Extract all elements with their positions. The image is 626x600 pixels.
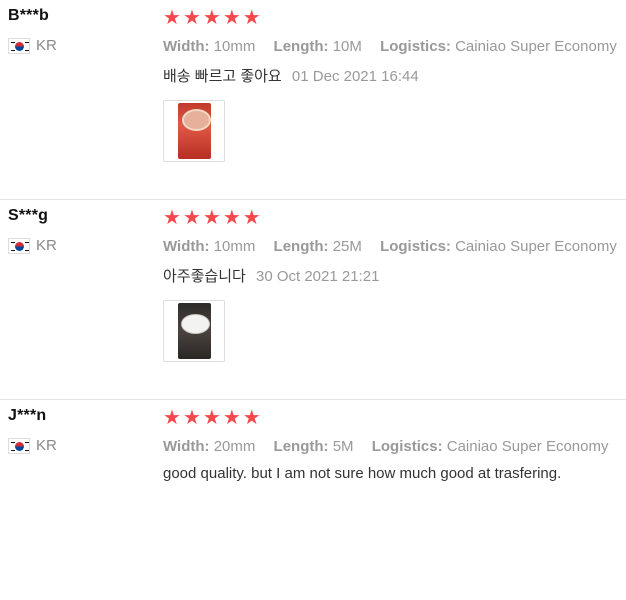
star-icon: ★	[242, 7, 261, 29]
product-properties: Width: 10mm Length: 10M Logistics: Caini…	[163, 38, 626, 55]
star-icon: ★	[222, 207, 241, 229]
width-label: Width:	[163, 238, 210, 255]
star-icon: ★	[163, 207, 181, 229]
review-photo[interactable]	[177, 103, 211, 159]
star-icon: ★	[222, 7, 241, 29]
star-icon: ★	[182, 207, 201, 229]
star-rating: ★ ★ ★ ★ ★	[163, 208, 626, 228]
star-icon: ★	[182, 407, 201, 429]
review-photo[interactable]	[177, 303, 211, 359]
review-date: 01 Dec 2021 16:44	[291, 68, 419, 85]
product-properties: Width: 20mm Length: 5M Logistics: Cainia…	[163, 438, 626, 455]
width-label: Width:	[163, 438, 210, 455]
logistics-label: Logistics:	[380, 238, 451, 255]
reviewer-name: J***n	[8, 407, 47, 424]
review-content: ★ ★ ★ ★ ★ Width: 10mm Length: 10M Logistics:…	[163, 8, 626, 162]
star-icon: ★	[242, 407, 261, 429]
length-label: Length:	[273, 438, 329, 455]
star-icon: ★	[202, 407, 221, 429]
reviewer-info: J***n KR	[8, 407, 148, 454]
logistics-value: Cainiao Super Economy	[455, 38, 617, 55]
review-text-row: 배송 빠르고 좋아요 01 Dec 2021 16:44	[163, 65, 626, 86]
review-content: ★ ★ ★ ★ ★ Width: 10mm Length: 25M Logistics:…	[163, 208, 626, 362]
country-code: KR	[36, 37, 57, 54]
reviewer-info: B***b KR	[8, 7, 148, 54]
star-rating: ★ ★ ★ ★ ★	[163, 408, 626, 428]
logistics-value: Cainiao Super Economy	[455, 238, 617, 255]
length-value: 25M	[332, 238, 362, 255]
review-date: 30 Oct 2021 21:21	[255, 268, 380, 285]
reviewer-name: B***b	[8, 7, 50, 24]
korea-flag-icon	[8, 437, 30, 454]
star-icon: ★	[222, 407, 241, 429]
star-icon: ★	[163, 407, 181, 429]
review-text: good quality. but I am not sure how much…	[163, 465, 562, 482]
reviewer-info: S***g KR	[8, 207, 148, 254]
logistics-label: Logistics:	[380, 38, 451, 55]
star-rating: ★ ★ ★ ★ ★	[163, 8, 626, 28]
logistics-label: Logistics:	[371, 438, 443, 455]
length-value: 10M	[332, 38, 362, 55]
star-icon: ★	[202, 7, 221, 29]
product-properties: Width: 10mm Length: 25M Logistics: Caini…	[163, 238, 626, 255]
country-code: KR	[36, 437, 57, 454]
review-item: S***g KR ★ ★ ★ ★ ★ Width: 10mm Length: 25M L…	[0, 200, 626, 400]
star-icon: ★	[182, 7, 201, 29]
review-text: 배송 빠르고 좋아요	[163, 68, 282, 85]
width-value: 10mm	[213, 38, 256, 55]
logistics-value: Cainiao Super Economy	[446, 438, 609, 455]
korea-flag-icon	[8, 237, 30, 254]
width-value: 10mm	[213, 238, 256, 255]
korea-flag-icon	[8, 37, 30, 54]
reviewer-country: KR	[8, 437, 148, 454]
review-content: ★ ★ ★ ★ ★ Width: 20mm Length: 5M Logistics: …	[163, 408, 626, 482]
reviewer-name: S***g	[8, 207, 49, 224]
star-icon: ★	[202, 207, 221, 229]
reviewer-country: KR	[8, 237, 148, 254]
review-list: B***b KR ★ ★ ★ ★ ★ Width: 10mm Length: 10M L…	[0, 0, 626, 600]
review-text-row: 아주좋습니다 30 Oct 2021 21:21	[163, 265, 626, 286]
country-code: KR	[36, 237, 57, 254]
width-label: Width:	[163, 38, 210, 55]
review-text: 아주좋습니다	[163, 268, 246, 285]
reviewer-country: KR	[8, 37, 148, 54]
length-value: 5M	[332, 438, 354, 455]
star-icon: ★	[163, 7, 181, 29]
review-photo-thumbnail[interactable]	[163, 100, 225, 162]
review-item: B***b KR ★ ★ ★ ★ ★ Width: 10mm Length: 10M L…	[0, 0, 626, 200]
review-item: J***n KR ★ ★ ★ ★ ★ Width: 20mm Length: 5M Lo…	[0, 400, 626, 600]
length-label: Length:	[273, 238, 329, 255]
star-icon: ★	[242, 207, 261, 229]
review-photo-thumbnail[interactable]	[163, 300, 225, 362]
width-value: 20mm	[213, 438, 256, 455]
review-text-row: good quality. but I am not sure how much…	[163, 465, 626, 482]
length-label: Length:	[273, 38, 329, 55]
